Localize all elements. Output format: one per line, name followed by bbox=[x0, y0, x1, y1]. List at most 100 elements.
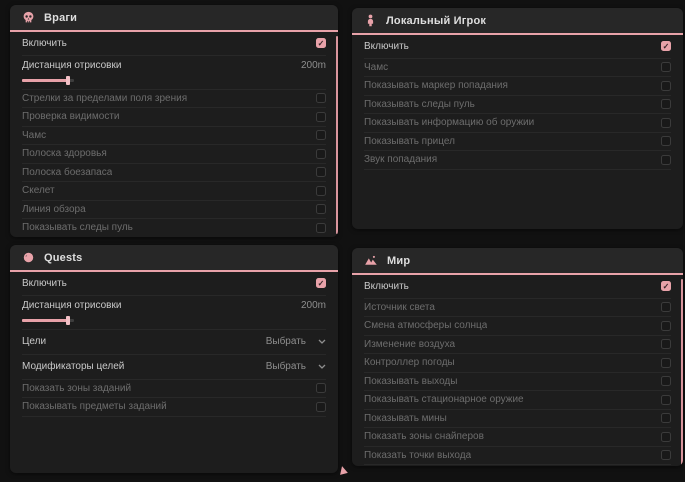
panel-quests: Quests Включить✓ Дистанция отрисовки 200m Ц… bbox=[10, 245, 338, 473]
checkbox[interactable] bbox=[661, 99, 671, 109]
option-row[interactable]: Включить✓ bbox=[22, 32, 326, 56]
checkbox[interactable] bbox=[316, 149, 326, 159]
checkbox[interactable] bbox=[661, 339, 671, 349]
option-row[interactable]: Показывать мины bbox=[364, 410, 671, 429]
option-row[interactable]: Дистанция отрисовки 200m bbox=[22, 296, 326, 330]
checkbox[interactable] bbox=[316, 204, 326, 214]
panel-enemies-content: Включить✓Дистанция отрисовки200m Стрелки … bbox=[10, 32, 338, 237]
option-row[interactable]: ЦелиВыбрать bbox=[22, 330, 326, 355]
checkbox[interactable] bbox=[661, 376, 671, 386]
checkbox[interactable] bbox=[316, 383, 326, 393]
checkbox[interactable] bbox=[661, 450, 671, 460]
checkbox[interactable] bbox=[316, 130, 326, 140]
option-label: Смена атмосферы солнца bbox=[364, 320, 487, 331]
dropdown-value: Выбрать bbox=[266, 336, 306, 347]
checkbox[interactable]: ✓ bbox=[661, 41, 671, 51]
panel-local-player-content: Включить✓Чамс Показывать маркер попадания… bbox=[352, 35, 683, 170]
checkbox[interactable] bbox=[661, 413, 671, 423]
option-label: Модификаторы целей bbox=[22, 361, 124, 372]
option-row[interactable]: Линия обзора bbox=[22, 201, 326, 220]
option-row[interactable]: Включить✓ bbox=[364, 35, 671, 59]
checkbox[interactable] bbox=[316, 402, 326, 412]
option-row[interactable]: Включить ✓ bbox=[364, 275, 671, 299]
option-row[interactable]: Звук попадания bbox=[364, 151, 671, 170]
option-row[interactable]: Проверка видимости bbox=[22, 108, 326, 127]
option-label: Контроллер погоды bbox=[364, 357, 455, 368]
checkbox[interactable] bbox=[316, 223, 326, 233]
panel-world-header[interactable]: Мир bbox=[352, 248, 683, 275]
checkbox[interactable] bbox=[316, 167, 326, 177]
checkbox[interactable] bbox=[661, 62, 671, 72]
checkbox[interactable]: ✓ bbox=[316, 38, 326, 48]
option-row[interactable]: Показывать прицел bbox=[364, 133, 671, 152]
option-row[interactable]: Скелет bbox=[22, 182, 326, 201]
checkbox[interactable] bbox=[661, 118, 671, 128]
panel-quests-header[interactable]: Quests bbox=[10, 245, 338, 272]
checkbox[interactable] bbox=[661, 321, 671, 331]
scrollbar-thumb[interactable] bbox=[681, 279, 683, 466]
option-row[interactable]: Показывать стационарное оружие bbox=[364, 391, 671, 410]
checkbox[interactable]: ✓ bbox=[661, 281, 671, 291]
option-row[interactable]: Показать точки выхода bbox=[364, 447, 671, 466]
option-row[interactable]: Показывать маркер попадания bbox=[364, 77, 671, 96]
panel-title: Мир bbox=[387, 255, 410, 267]
checkbox[interactable] bbox=[661, 395, 671, 405]
slider-handle[interactable] bbox=[66, 316, 70, 325]
option-row[interactable]: Контроллер погоды bbox=[364, 354, 671, 373]
checkbox[interactable] bbox=[661, 136, 671, 146]
mountain-icon bbox=[364, 254, 378, 267]
slider-handle[interactable] bbox=[66, 76, 70, 85]
option-label: Источник света bbox=[364, 302, 435, 313]
option-label: Показывать маркер попадания bbox=[364, 80, 508, 91]
option-label: Полоска здоровья bbox=[22, 148, 107, 159]
checkbox[interactable]: ✓ bbox=[316, 278, 326, 288]
checkbox[interactable] bbox=[661, 302, 671, 312]
circle-icon bbox=[22, 251, 35, 264]
option-label: Стрелки за пределами поля зрения bbox=[22, 93, 187, 104]
panel-enemies-header[interactable]: Враги bbox=[10, 5, 338, 32]
option-row[interactable]: Показывать следы пуль bbox=[22, 219, 326, 237]
dropdown-select[interactable]: Выбрать bbox=[266, 336, 326, 347]
option-row[interactable]: Стрелки за пределами поля зрения bbox=[22, 90, 326, 109]
option-label: Показывать информацию об оружии bbox=[364, 117, 534, 128]
checkbox[interactable] bbox=[316, 112, 326, 122]
option-row[interactable]: Источник света bbox=[364, 299, 671, 318]
distance-slider[interactable] bbox=[22, 319, 74, 322]
option-row[interactable]: Полоска здоровья bbox=[22, 145, 326, 164]
option-row[interactable]: Смена атмосферы солнца bbox=[364, 317, 671, 336]
option-row[interactable]: Показать зоны заданий bbox=[22, 380, 326, 399]
option-label: Включить bbox=[364, 281, 409, 292]
option-row[interactable]: Изменение воздуха bbox=[364, 336, 671, 355]
checkbox[interactable] bbox=[316, 186, 326, 196]
panel-local-player-header[interactable]: Локальный Игрок bbox=[352, 8, 683, 35]
chevron-down-icon bbox=[318, 364, 326, 370]
option-row[interactable]: Показывать выходы bbox=[364, 373, 671, 392]
distance-slider[interactable] bbox=[22, 79, 74, 82]
option-label: Проверка видимости bbox=[22, 111, 120, 122]
option-row[interactable]: Модификаторы целей Выбрать bbox=[22, 355, 326, 380]
checkbox[interactable] bbox=[661, 358, 671, 368]
option-row[interactable]: Чамс bbox=[364, 59, 671, 78]
option-row[interactable]: Дистанция отрисовки200m bbox=[22, 56, 326, 90]
option-label: Полоска боезапаса bbox=[22, 167, 112, 178]
slider-value: 200m bbox=[301, 300, 326, 311]
option-row[interactable]: Включить✓ bbox=[22, 272, 326, 296]
panel-world: Мир Включить ✓ Источник света Смена атмосфе… bbox=[352, 248, 683, 466]
option-row[interactable]: Показать зоны снайперов bbox=[364, 428, 671, 447]
option-row[interactable]: Показывать информацию об оружии bbox=[364, 114, 671, 133]
option-label: Дистанция отрисовки bbox=[22, 300, 121, 311]
checkbox[interactable] bbox=[661, 432, 671, 442]
dropdown-select[interactable]: Выбрать bbox=[266, 361, 326, 372]
panel-enemies: Враги Включить✓Дистанция отрисовки200m Ст… bbox=[10, 5, 338, 237]
option-label: Скелет bbox=[22, 185, 55, 196]
checkbox[interactable] bbox=[661, 81, 671, 91]
checkbox[interactable] bbox=[316, 93, 326, 103]
option-row[interactable]: Полоска боезапаса bbox=[22, 164, 326, 183]
option-row[interactable]: Показывать предметы заданий bbox=[22, 398, 326, 417]
scrollbar-thumb[interactable] bbox=[336, 36, 338, 234]
option-row[interactable]: Чамс bbox=[22, 127, 326, 146]
option-label: Звук попадания bbox=[364, 154, 437, 165]
option-row[interactable]: Показывать следы пуль bbox=[364, 96, 671, 115]
option-label: Показывать стационарное оружие bbox=[364, 394, 524, 405]
checkbox[interactable] bbox=[661, 155, 671, 165]
